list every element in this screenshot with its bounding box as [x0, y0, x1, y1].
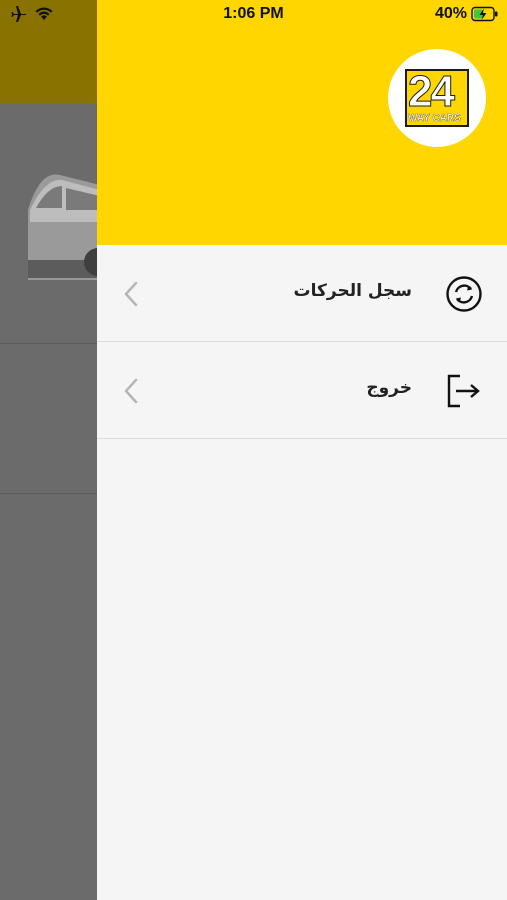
background-divider [0, 493, 100, 494]
status-time: 1:06 PM [223, 5, 284, 22]
logo-caption: WAY CARS [408, 113, 461, 124]
drawer-header: 24 WAY CARS [97, 0, 507, 245]
chevron-left-icon [124, 281, 138, 307]
status-bar: 1:06 PM 40% [0, 0, 507, 30]
drawer-menu: سجل الحركات خروج [97, 245, 507, 439]
battery-percent: 40% [434, 5, 467, 22]
logo-mark: 24 WAY CARS [405, 69, 469, 127]
logo-number: 24 [408, 69, 456, 117]
logout-icon [447, 374, 480, 408]
menu-item-label: خروج [366, 378, 412, 398]
navigation-drawer: 24 WAY CARS سجل الحركات خروج [97, 0, 507, 900]
chevron-left-icon [124, 378, 138, 404]
background-divider [0, 343, 100, 344]
menu-item-label: سجل الحركات [293, 281, 412, 301]
brand-logo: 24 WAY CARS [388, 49, 486, 147]
menu-item-logout[interactable]: خروج [97, 342, 507, 439]
menu-item-history[interactable]: سجل الحركات [97, 245, 507, 342]
history-sync-icon [446, 276, 482, 312]
car-image [28, 174, 100, 280]
battery-charging-icon [471, 6, 498, 22]
